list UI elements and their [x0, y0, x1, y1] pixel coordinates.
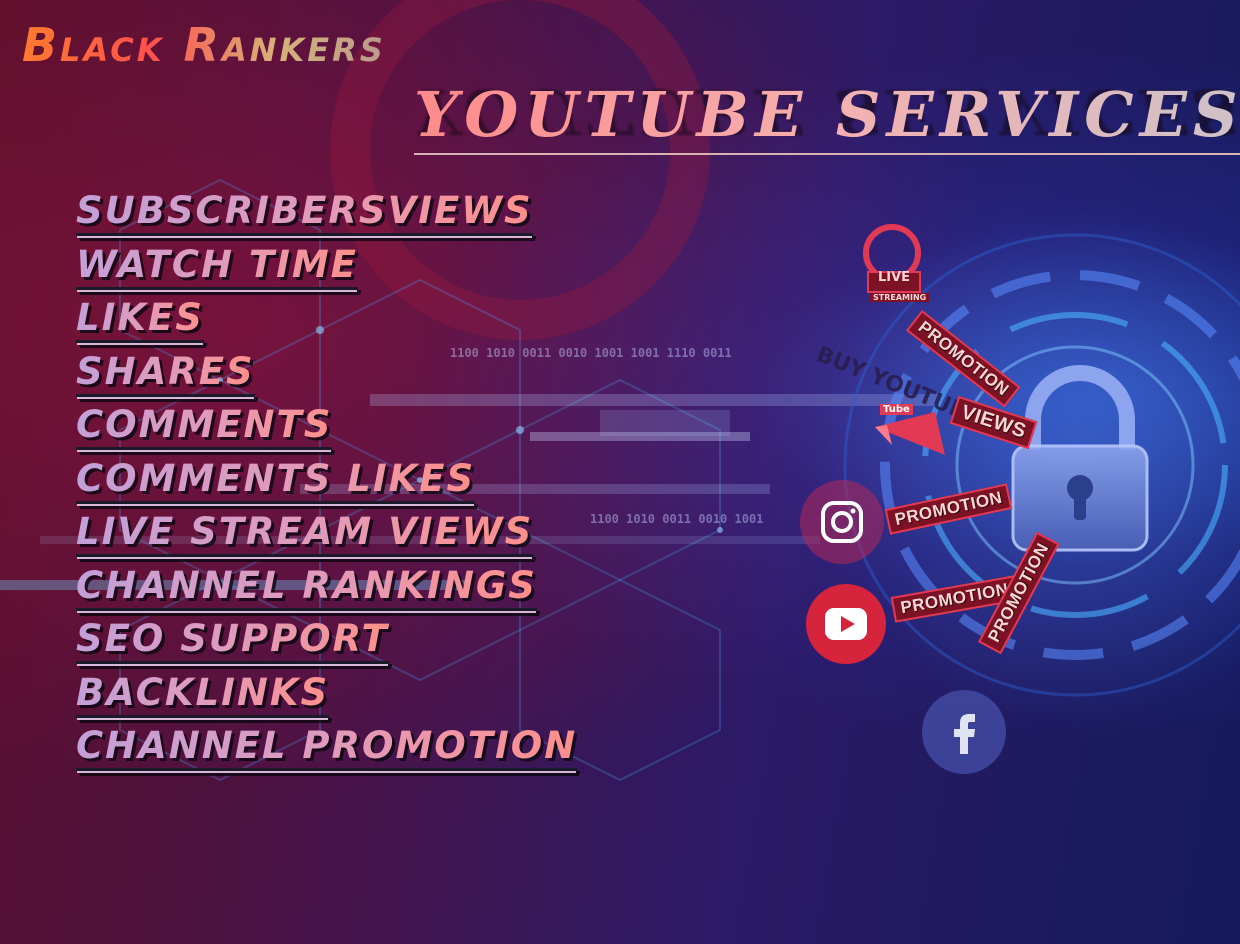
service-label: SUBSCRIBERSVIEWS — [76, 189, 533, 236]
service-item: WATCH TIME — [76, 238, 577, 292]
brand-logo-text: Black Rankers — [22, 18, 386, 72]
service-label: WATCH TIME — [76, 243, 358, 290]
service-label: COMMENTS — [76, 403, 333, 450]
facebook-badge — [922, 690, 1006, 774]
title-block: Youtube Services Youtube Services — [414, 75, 1240, 198]
service-item: COMMENTS — [76, 398, 577, 452]
service-item: SHARES — [76, 345, 577, 399]
service-label: COMMENTS LIKES — [76, 457, 476, 504]
service-label: BACKLINKS — [76, 671, 330, 718]
live-streaming-badge — [863, 224, 921, 293]
poster: 1100 1010 0011 0010 1001 1001 1110 0011 … — [0, 0, 1240, 944]
page-title: Youtube Services — [414, 78, 1240, 155]
service-label: SHARES — [76, 350, 255, 397]
service-item: CHANNEL PROMOTION — [76, 719, 578, 773]
service-item: LIKES — [76, 291, 577, 345]
service-item: CHANNEL RANKINGS — [76, 559, 577, 613]
service-item: SEO SUPPORT — [76, 612, 577, 666]
service-label: CHANNEL PROMOTION — [76, 724, 578, 771]
service-item: LIVE STREAM VIEWS — [76, 505, 577, 559]
service-label: LIVE STREAM VIEWS — [76, 510, 534, 557]
services-list: SUBSCRIBERSVIEWS WATCH TIME LIKES SHARES COM… — [76, 184, 578, 773]
instagram-icon — [821, 501, 863, 543]
facebook-icon — [954, 714, 975, 754]
youtube-icon — [825, 608, 867, 640]
service-label: SEO SUPPORT — [76, 617, 389, 664]
service-label: CHANNEL RANKINGS — [76, 564, 537, 611]
youtube-badge — [806, 584, 886, 664]
service-item: BACKLINKS — [76, 666, 577, 720]
service-item: SUBSCRIBERSVIEWS — [76, 184, 577, 238]
instagram-badge — [800, 480, 884, 564]
service-label: LIKES — [76, 296, 204, 343]
service-item: COMMENTS LIKES — [76, 452, 577, 506]
